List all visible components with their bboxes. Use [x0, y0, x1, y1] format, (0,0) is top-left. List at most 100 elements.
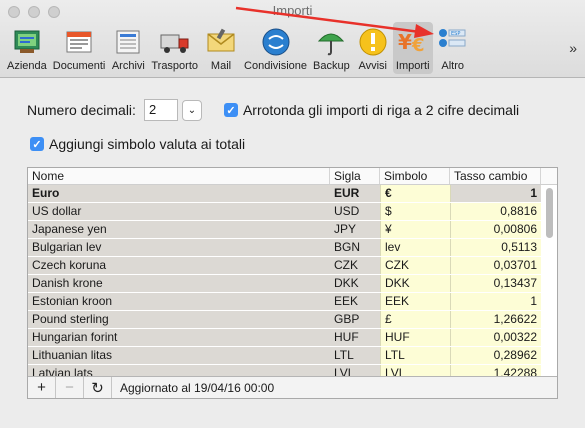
cell-sigla: LTL — [330, 347, 380, 364]
cell-simbolo[interactable]: CZK — [380, 257, 450, 274]
toolbar-item-azienda[interactable]: Azienda — [4, 22, 50, 74]
toolbar-item-backup[interactable]: Backup — [310, 22, 353, 74]
cell-tasso-cambio[interactable]: 0,8816 — [450, 203, 541, 220]
cell-tasso-cambio[interactable]: 0,28962 — [450, 347, 541, 364]
round-label: Arrotonda gli importi di riga a 2 cifre … — [242, 102, 520, 118]
importi-settings-pane: Numero decimali: 2 ⌄ ✓ Arrotonda gli imp… — [0, 79, 585, 428]
company-icon — [10, 26, 44, 58]
cell-nome: Estonian kroon — [28, 293, 330, 310]
cell-sigla: HUF — [330, 329, 380, 346]
toolbar-item-label: Avvisi — [358, 60, 387, 72]
currency-symbol-checkbox[interactable]: ✓ — [30, 137, 44, 151]
toolbar-overflow-chevron[interactable]: » — [569, 40, 577, 56]
toolbar-item-trasporto[interactable]: Trasporto — [148, 22, 201, 74]
toolbar-item-documenti[interactable]: Documenti — [50, 22, 109, 74]
table-row[interactable]: Czech koruna CZK CZK 0,03701 — [28, 257, 557, 275]
svg-text:€: € — [411, 35, 425, 56]
toolbar-item-label: Mail — [210, 60, 232, 72]
archives-icon — [111, 26, 145, 58]
decimals-input[interactable]: 2 — [143, 99, 178, 121]
truck-icon — [158, 26, 192, 58]
svg-text:¥: ¥ — [398, 30, 412, 54]
toolbar-item-archivi[interactable]: Archivi — [108, 22, 148, 74]
cell-simbolo[interactable]: $ — [380, 203, 450, 220]
cell-simbolo[interactable]: £ — [380, 311, 450, 328]
warning-icon — [356, 26, 390, 58]
table-row[interactable]: Estonian kroon EEK EEK 1 — [28, 293, 557, 311]
toolbar-item-label: Altro — [441, 60, 465, 72]
cell-tasso-cambio[interactable]: 0,13437 — [450, 275, 541, 292]
cell-tasso-cambio[interactable]: 0,5113 — [450, 239, 541, 256]
cell-nome: Pound sterling — [28, 311, 330, 328]
toolbar-item-altro[interactable]: ESP Altro — [433, 22, 473, 74]
cell-simbolo[interactable]: HUF — [380, 329, 450, 346]
sharing-icon — [259, 26, 293, 58]
table-row[interactable]: Japanese yen JPY ¥0,00806 — [28, 221, 557, 239]
header-simbolo[interactable]: Simbolo — [380, 168, 450, 184]
cell-tasso-cambio[interactable]: 0,00322 — [450, 329, 541, 346]
table-row[interactable]: Lithuanian litas LTL LTL 0,28962 — [28, 347, 557, 365]
round-option[interactable]: ✓ Arrotonda gli importi di riga a 2 cifr… — [223, 102, 520, 118]
table-bottom-bar: + − ↻ Aggiornato al 19/04/16 00:00 — [28, 376, 557, 398]
cell-tasso-cambio[interactable]: 1 — [450, 185, 541, 202]
last-update-status: Aggiornato al 19/04/16 00:00 — [120, 380, 275, 395]
header-sigla[interactable]: Sigla — [330, 168, 380, 184]
cell-sigla: EUR — [330, 185, 380, 202]
toolbar-item-condivisione[interactable]: Condivisione — [241, 22, 310, 74]
chevron-down-icon: ⌄ — [187, 104, 197, 116]
more-icon: ESP — [436, 26, 470, 58]
documents-icon — [62, 26, 96, 58]
umbrella-icon — [314, 26, 348, 58]
toolbar-item-label: Azienda — [7, 60, 47, 72]
refresh-rates-button[interactable]: ↻ — [84, 377, 112, 398]
table-row[interactable]: Bulgarian lev BGN lev 0,5113 — [28, 239, 557, 257]
cell-tasso-cambio[interactable]: 0,03701 — [450, 257, 541, 274]
toolbar-item-mail[interactable]: Mail — [201, 22, 241, 74]
table-row[interactable]: Euro EUR €1 — [28, 185, 557, 203]
cell-nome: Bulgarian lev — [28, 239, 330, 256]
cell-simbolo[interactable]: ¥ — [380, 221, 450, 238]
cell-nome: Hungarian forint — [28, 329, 330, 346]
cell-sigla: JPY — [330, 221, 380, 238]
cell-nome: Czech koruna — [28, 257, 330, 274]
cell-simbolo[interactable]: € — [380, 185, 450, 202]
header-tasso-cambio[interactable]: Tasso cambio — [450, 168, 541, 184]
currency-symbol-option[interactable]: ✓ Aggiungi simbolo valuta ai totali — [30, 136, 245, 152]
preferences-toolbar: Azienda Documenti Archivi Trasporto Mail… — [4, 22, 473, 74]
table-row[interactable]: US dollar USD $0,8816 — [28, 203, 557, 221]
currency-table: Nome Sigla Simbolo Tasso cambio Euro EUR €… — [27, 167, 558, 399]
cell-tasso-cambio[interactable]: 0,00806 — [450, 221, 541, 238]
toolbar-item-label: Archivi — [111, 60, 145, 72]
cell-sigla: USD — [330, 203, 380, 220]
cell-simbolo[interactable]: DKK — [380, 275, 450, 292]
decimals-row: Numero decimali: 2 ⌄ ✓ Arrotonda gli imp… — [27, 99, 519, 121]
round-checkbox[interactable]: ✓ — [223, 103, 238, 117]
currency-symbol-label: Aggiungi simbolo valuta ai totali — [49, 136, 246, 152]
cell-sigla: EEK — [330, 293, 380, 310]
cell-tasso-cambio[interactable]: 1 — [450, 293, 541, 310]
add-currency-button[interactable]: + — [28, 377, 56, 398]
decimals-dropdown-button[interactable]: ⌄ — [181, 99, 202, 121]
remove-currency-button[interactable]: − — [56, 377, 84, 398]
cell-nome: Japanese yen — [28, 221, 330, 238]
table-scrollbar[interactable] — [546, 188, 553, 238]
table-row[interactable]: Hungarian forint HUF HUF 0,00322 — [28, 329, 557, 347]
cell-simbolo[interactable]: lev — [380, 239, 450, 256]
cell-tasso-cambio[interactable]: 1,26622 — [450, 311, 541, 328]
toolbar-item-label: Backup — [313, 60, 350, 72]
table-header: Nome Sigla Simbolo Tasso cambio — [28, 168, 557, 185]
toolbar-item-avvisi[interactable]: Avvisi — [353, 22, 393, 74]
cell-sigla: BGN — [330, 239, 380, 256]
table-body: Euro EUR €1 US dollar USD $0,8816 Japanese yen… — [28, 185, 557, 383]
cell-sigla: CZK — [330, 257, 380, 274]
toolbar-item-importi[interactable]: ¥ € Importi — [392, 22, 433, 74]
cell-nome: Euro — [28, 185, 330, 202]
table-row[interactable]: Pound sterling GBP £1,26622 — [28, 311, 557, 329]
cell-simbolo[interactable]: LTL — [380, 347, 450, 364]
decimals-label: Numero decimali: — [27, 102, 136, 118]
window-title: Importi — [272, 3, 313, 18]
table-row[interactable]: Danish krone DKK DKK 0,13437 — [28, 275, 557, 293]
cell-simbolo[interactable]: EEK — [380, 293, 450, 310]
header-nome[interactable]: Nome — [28, 168, 330, 184]
currency-icon: ¥ € — [396, 26, 430, 58]
